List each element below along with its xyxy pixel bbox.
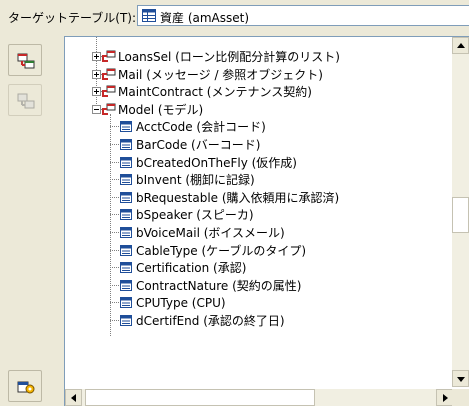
field-icon (120, 315, 132, 326)
tree-field-row[interactable]: Certification (承認) (65, 259, 453, 277)
scroll-up-arrow-icon[interactable] (452, 37, 469, 54)
horizontal-scrollbar[interactable] (65, 389, 453, 406)
tree-field-row[interactable]: ContractNature (契約の属性) (65, 277, 453, 295)
tree-field-label: dCertifEnd (承認の終了日) (136, 314, 285, 328)
tree-field-row[interactable]: bInvent (棚卸に記録) (65, 171, 453, 189)
tree-field-row[interactable]: BarCode (バーコード) (65, 136, 453, 154)
tree-field-label: bInvent (棚卸に記録) (136, 173, 255, 188)
tree-line (110, 320, 119, 321)
field-tree[interactable]: LoansSel (ローン比例配分計算のリスト) Mail (メッセージ / 参照… (64, 36, 469, 406)
field-icon (120, 156, 132, 168)
tree-link-label: Model (モデル) (118, 102, 204, 117)
tree-field-label: bCreatedOnTheFly (仮作成) (136, 155, 297, 170)
tree-field-row[interactable]: bSpeaker (スピーカ) (65, 206, 453, 224)
link-icon (102, 68, 116, 80)
tree-field-row[interactable]: CableType (ケーブルのタイプ) (65, 242, 453, 260)
expand-icon[interactable] (92, 69, 101, 79)
settings-icon (17, 381, 35, 394)
tree-field-label: bSpeaker (スピーカ) (136, 208, 254, 223)
field-icon (120, 227, 132, 238)
tree-line (110, 144, 119, 145)
tree-line (110, 126, 119, 128)
tree-field-label: bVoiceMail (ボイスメール) (136, 226, 285, 240)
tree-field-label: CableType (ケーブルのタイプ) (136, 243, 307, 258)
tree-field-label: BarCode (バーコード) (136, 138, 261, 152)
tree-link-label: LoansSel (ローン比例配分計算のリスト) (118, 50, 340, 64)
scroll-right-arrow-icon[interactable] (436, 389, 453, 406)
link-icon (102, 103, 116, 115)
tree-link-row[interactable]: LoansSel (ローン比例配分計算のリスト) (65, 48, 453, 66)
vertical-scroll-thumb[interactable] (452, 197, 469, 233)
tree-line (110, 232, 119, 233)
expand-icon[interactable] (92, 52, 101, 61)
tree-field-label: Certification (承認) (136, 261, 247, 276)
field-icon (120, 174, 132, 186)
target-table-value: 資産 (amAsset) (160, 11, 250, 25)
tree-line (110, 196, 119, 198)
add-link-button[interactable] (8, 44, 42, 76)
tree-field-label: CPUType (CPU) (136, 296, 226, 311)
horizontal-scroll-thumb[interactable] (85, 389, 315, 406)
field-icon (120, 139, 132, 150)
scroll-left-arrow-icon[interactable] (65, 389, 82, 406)
tree-line (110, 249, 119, 251)
tree-field-label: bRequestable (購入依頼用に承認済) (136, 190, 340, 205)
tree-link-row[interactable]: Model (モデル) (65, 101, 453, 119)
scroll-down-arrow-icon[interactable] (452, 370, 469, 387)
tree-line (110, 302, 119, 304)
options-button[interactable] (8, 370, 42, 402)
tree-field-row[interactable]: bCreatedOnTheFly (仮作成) (65, 154, 453, 172)
add-link-icon (17, 53, 35, 69)
tree-content: LoansSel (ローン比例配分計算のリスト) Mail (メッセージ / 参照… (65, 37, 453, 387)
expand-icon[interactable] (92, 87, 101, 97)
target-table-field[interactable]: 資産 (amAsset) (137, 5, 469, 26)
tree-line (110, 214, 119, 216)
tree-field-row[interactable]: AcctCode (会計コード) (65, 118, 453, 136)
remove-link-button[interactable] (8, 84, 42, 116)
field-icon (120, 209, 132, 221)
field-icon (120, 121, 132, 133)
tree-field-label: AcctCode (会計コード) (136, 120, 266, 135)
tree-field-row[interactable]: CPUType (CPU) (65, 294, 453, 312)
tree-link-row[interactable]: MaintContract (メンテナンス契約) (65, 83, 453, 101)
vertical-scrollbar[interactable] (452, 37, 469, 387)
field-icon (120, 191, 132, 203)
tree-link-label: MaintContract (メンテナンス契約) (118, 85, 312, 100)
field-icon (120, 244, 132, 256)
field-icon (120, 297, 132, 309)
link-icon (102, 85, 116, 98)
tree-field-row[interactable]: bRequestable (購入依頼用に承認済) (65, 189, 453, 207)
field-icon (120, 262, 132, 274)
tree-link-row[interactable]: Mail (メッセージ / 参照オブジェクト) (65, 66, 453, 84)
table-icon (142, 9, 156, 22)
tree-line (110, 284, 119, 286)
target-table-row: ターゲットテーブル(T): 資産 (amAsset) (0, 0, 469, 34)
scrollbar-corner (452, 389, 469, 406)
tree-field-label: ContractNature (契約の属性) (136, 278, 302, 293)
tree-line (110, 161, 119, 163)
tree-field-row[interactable]: bVoiceMail (ボイスメール) (65, 224, 453, 242)
target-table-label: ターゲットテーブル(T): (8, 11, 137, 25)
tree-line (110, 267, 119, 269)
remove-link-icon (17, 93, 35, 109)
tree-field-row[interactable]: dCertifEnd (承認の終了日) (65, 312, 453, 330)
collapse-icon[interactable] (92, 104, 101, 114)
link-icon (102, 50, 116, 62)
tree-link-label: Mail (メッセージ / 参照オブジェクト) (118, 67, 323, 82)
tree-line (110, 179, 119, 181)
field-icon (120, 279, 132, 291)
